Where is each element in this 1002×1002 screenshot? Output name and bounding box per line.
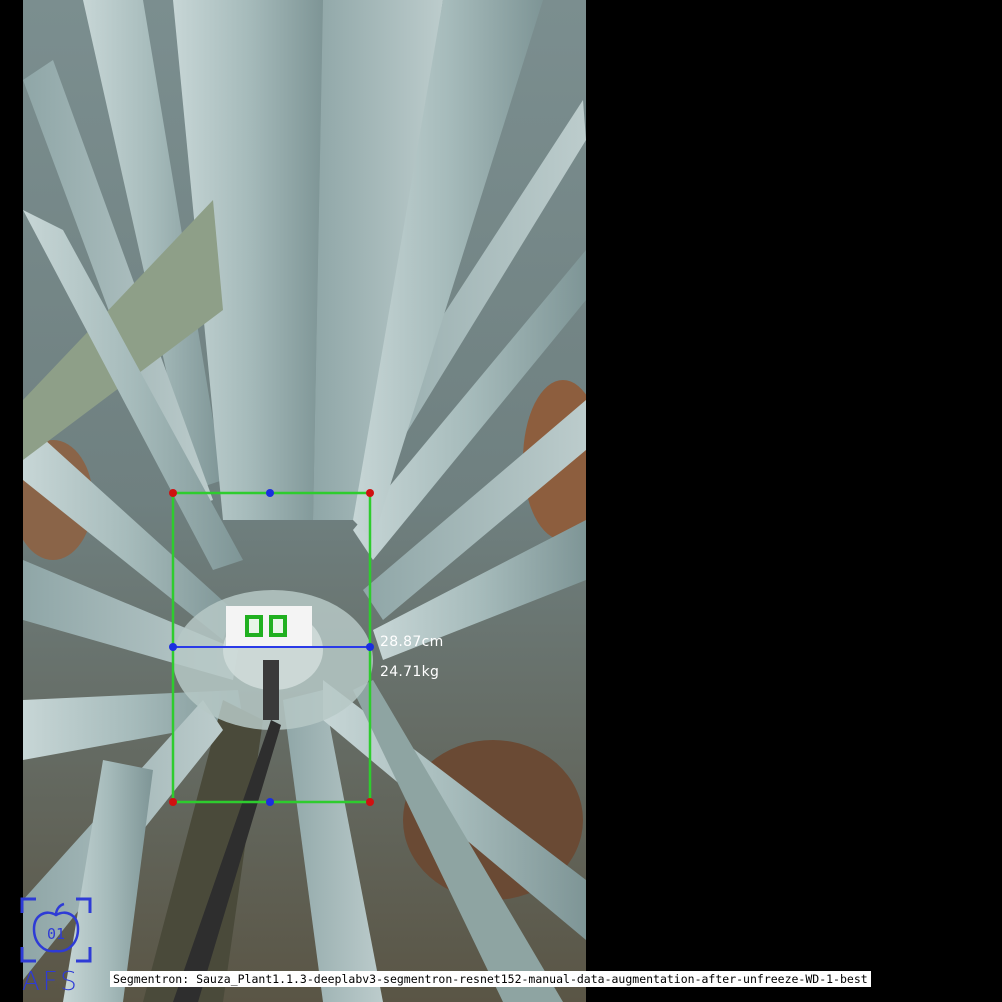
mid-point-bottom xyxy=(266,798,274,806)
weight-estimate-label: 24.71kg xyxy=(380,664,440,680)
model-caption: Segmentron: Sauza_Plant1.1.3-deeplabv3-s… xyxy=(110,971,871,987)
corner-point-top-right xyxy=(366,489,374,497)
width-measurement-label: 28.87cm xyxy=(380,634,444,650)
corner-point-bottom-left xyxy=(169,798,177,806)
corner-point-bottom-right xyxy=(366,798,374,806)
corner-point-top-left xyxy=(169,489,177,497)
segmentation-overlay xyxy=(169,489,374,806)
mid-point-top xyxy=(266,489,274,497)
mid-point-left xyxy=(169,643,177,651)
logo-badge-text: 01 xyxy=(47,925,65,943)
mid-point-right xyxy=(366,643,374,651)
logo-text: AFS xyxy=(22,967,80,997)
